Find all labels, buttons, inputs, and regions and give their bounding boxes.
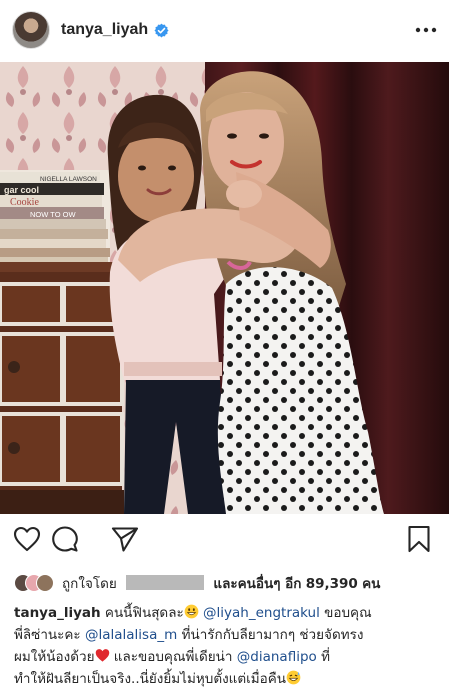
post-header: tanya_liyah <box>0 0 449 60</box>
verified-badge-icon <box>154 23 169 38</box>
redacted-username <box>126 575 205 590</box>
book-spines: NIGELLA LAWSON gar cool Cookie NOW TO OW <box>0 172 110 265</box>
caption-line-1: tanya_liyah คนนี้ฟินสุดละ @liyah_engtrak… <box>14 602 439 624</box>
book-spine-4: NOW TO OW <box>30 210 76 219</box>
post-username[interactable]: tanya_liyah <box>61 21 148 39</box>
caption-text-3: ผมให้น้องด้วย <box>14 649 95 665</box>
caption-tail-2: ที่น่ารักกับลียามากๆ ช่วยจัดทรง <box>181 627 364 643</box>
caption-text-4: ทำให้ฝันลียาเป็นจริง..นี่ยังยิ้มไม่หุบตั… <box>14 671 287 687</box>
likes-row[interactable]: ถูกใจโดย และคนอื่นๆ อีก 89,390 คน <box>14 571 380 595</box>
action-bar <box>0 520 449 560</box>
red-heart-emoji-icon <box>95 648 110 663</box>
user-avatar[interactable] <box>12 11 50 49</box>
liker-avatar-3 <box>36 574 54 592</box>
mention-dianaflipo[interactable]: @dianaflipo <box>237 649 317 665</box>
likes-count[interactable]: 89,390 <box>306 576 358 592</box>
mention-lalalalisa[interactable]: @lalalalisa_m <box>85 627 177 643</box>
caption-line-4: ทำให้ฝันลียาเป็นจริง..นี่ยังยิ้มไม่หุบตั… <box>14 668 439 690</box>
likes-text: ถูกใจโดย และคนอื่นๆ อีก 89,390 คน <box>62 572 380 594</box>
paper-plane-icon[interactable] <box>110 524 140 554</box>
book-spine-3: Cookie <box>10 197 39 208</box>
comment-bubble-icon[interactable] <box>50 524 80 554</box>
mention-liyah[interactable]: @liyah_engtrakul <box>203 605 320 621</box>
post-photo[interactable]: NIGELLA LAWSON gar cool Cookie NOW TO OW <box>0 62 449 514</box>
caption-text-1: คนนี้ฟินสุดละ <box>104 605 184 621</box>
caption-username[interactable]: tanya_liyah <box>14 605 101 621</box>
book-spine-2: gar cool <box>4 185 39 195</box>
grinning-face-emoji-icon <box>184 604 199 619</box>
caption-tail-1: ขอบคุณ <box>324 605 372 621</box>
likes-middle: และคนอื่นๆ อีก <box>213 576 302 592</box>
bookmark-icon[interactable] <box>404 524 434 554</box>
book-spine-1: NIGELLA LAWSON <box>40 176 97 183</box>
caption-line-2: พี่ลิซ่านะคะ @lalalalisa_m ที่น่ารักกับล… <box>14 624 439 646</box>
post-caption: tanya_liyah คนนี้ฟินสุดละ @liyah_engtrak… <box>14 602 439 690</box>
heart-outline-icon[interactable] <box>12 524 42 554</box>
likes-suffix: คน <box>362 576 381 592</box>
likes-prefix: ถูกใจโดย <box>62 576 117 592</box>
caption-line-3: ผมให้น้องด้วย และขอบคุณพี่เดียน่า @diana… <box>14 646 439 668</box>
caption-mid-3: และขอบคุณพี่เดียน่า <box>113 649 233 665</box>
more-options-icon[interactable] <box>407 20 437 40</box>
caption-tail-3: ที่ <box>321 649 330 665</box>
caption-text-2: พี่ลิซ่านะคะ <box>14 627 81 643</box>
grinning-sweat-emoji-icon <box>286 670 301 685</box>
